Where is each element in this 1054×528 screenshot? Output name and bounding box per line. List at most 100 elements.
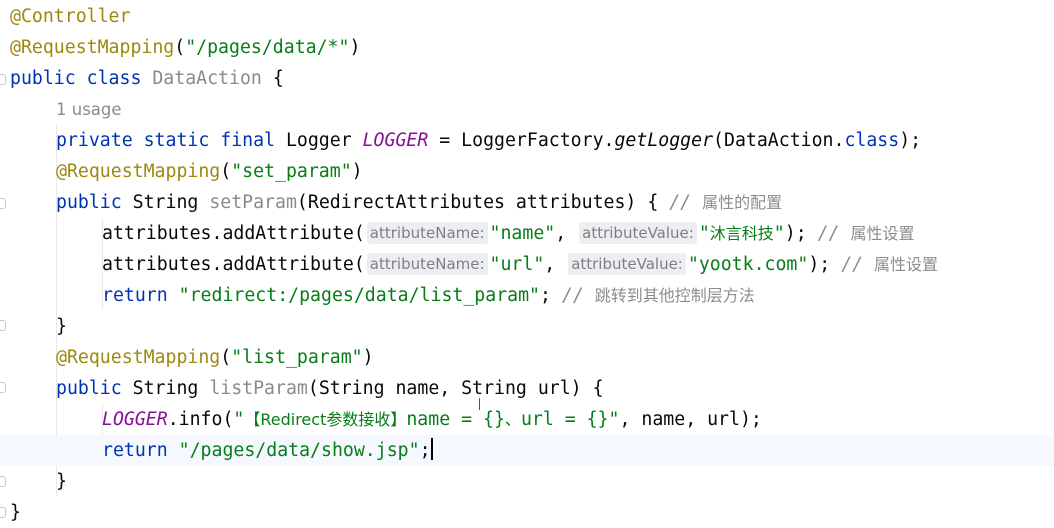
comment-text: 属性设置 <box>874 255 939 274</box>
end-token: ); <box>784 223 807 244</box>
keyword-token: return <box>102 285 168 306</box>
constant-token: LOGGER <box>102 409 168 430</box>
code-line[interactable]: LOGGER.info("【Redirect参数接收】name = {}、url… <box>102 404 762 435</box>
paren-token: ( <box>220 347 232 368</box>
string-token: "/pages/data/*" <box>185 37 350 58</box>
call-token: .info( <box>167 409 234 430</box>
annotation-token: @Controller <box>10 6 131 27</box>
string-text: 、 <box>504 410 521 429</box>
args-token: , name, url); <box>619 409 762 430</box>
code-line[interactable]: } <box>10 497 21 528</box>
code-line[interactable]: @RequestMapping("set_param") <box>56 156 363 187</box>
fold-marker-icon[interactable] <box>0 320 6 331</box>
paren-token: ) <box>362 347 374 368</box>
brace-token: { <box>272 68 284 89</box>
code-line[interactable]: public class DataAction { <box>10 63 284 94</box>
end-token: ; <box>540 285 551 306</box>
string-token: "list_param" <box>231 347 363 368</box>
comment-token: // <box>669 192 692 213</box>
params-token: (String name, String url) { <box>307 378 604 399</box>
string-token: "/pages/data/show.jsp" <box>178 440 420 461</box>
comment-token: // <box>841 254 864 275</box>
end-token: ); <box>808 254 831 275</box>
string-quote: " <box>698 223 710 244</box>
string-token: name = {} <box>406 409 505 430</box>
constant-token: LOGGER <box>362 130 429 151</box>
fold-marker-icon[interactable] <box>0 198 6 209</box>
string-token: "name" <box>489 223 556 244</box>
end-token: ); <box>899 130 922 151</box>
string-token: "set_param" <box>231 161 352 182</box>
type-token: String <box>132 378 199 399</box>
parameter-hint: attributeValue: <box>579 222 697 244</box>
keyword-token: public <box>10 68 76 89</box>
comment-token: // <box>817 223 840 244</box>
class-name-token: DataAction <box>152 68 262 89</box>
brace-token: } <box>56 471 67 492</box>
mouse-ibeam-cursor-icon <box>479 398 480 410</box>
string-quote: " <box>773 223 785 244</box>
code-line-current[interactable]: return "/pages/data/show.jsp"; <box>0 435 1054 466</box>
annotation-token: @RequestMapping <box>56 347 221 368</box>
separator-token: , <box>544 254 556 275</box>
comment-text: 属性的配置 <box>702 193 783 212</box>
code-line[interactable]: return "redirect:/pages/data/list_param"… <box>102 280 755 311</box>
code-line[interactable]: attributes.addAttribute(attributeName: "n… <box>102 218 914 249</box>
method-call-token: getLogger <box>614 130 714 151</box>
brace-token: } <box>10 502 21 523</box>
paren-token: ) <box>349 37 361 58</box>
code-line[interactable]: @RequestMapping("list_param") <box>56 342 374 373</box>
args-token: (DataAction. <box>713 130 845 151</box>
parameter-hint: attributeValue: <box>568 253 686 275</box>
paren-token: ) <box>351 161 363 182</box>
string-quote: " <box>608 409 620 430</box>
code-line[interactable]: private static final Logger LOGGER = Log… <box>56 125 921 156</box>
fold-marker-icon[interactable] <box>0 507 6 518</box>
comment-text: 属性设置 <box>850 224 915 243</box>
call-token: attributes.addAttribute( <box>102 254 365 275</box>
call-token: attributes.addAttribute( <box>102 223 365 244</box>
operator-token: = <box>439 130 451 151</box>
keyword-token: return <box>102 440 168 461</box>
comment-text: 跳转到其他控制层方法 <box>594 286 755 305</box>
keyword-token: public <box>56 192 122 213</box>
string-token: "redirect:/pages/data/list_param" <box>178 285 540 306</box>
brace-token: } <box>56 316 67 337</box>
class-ref-token: LoggerFactory. <box>461 130 615 151</box>
code-line[interactable]: @Controller <box>10 1 130 32</box>
string-token: url = {} <box>520 409 609 430</box>
fold-marker-icon[interactable] <box>0 74 6 85</box>
params-token: (RedirectAttributes attributes) { <box>296 192 659 213</box>
type-token: Logger <box>285 130 352 151</box>
keyword-token: private static final <box>56 130 275 151</box>
type-token: String <box>132 192 199 213</box>
keyword-token: public <box>56 378 122 399</box>
comment-token: // <box>561 285 584 306</box>
code-line[interactable]: @RequestMapping("/pages/data/*") <box>10 32 360 63</box>
string-quote: " <box>233 409 245 430</box>
code-line[interactable]: public String setParam(RedirectAttribute… <box>56 187 782 218</box>
annotation-token: @RequestMapping <box>10 37 175 58</box>
fold-marker-icon[interactable] <box>0 382 6 393</box>
keyword-token: class <box>86 68 142 89</box>
parameter-hint: attributeName: <box>366 253 488 275</box>
code-line[interactable]: public String listParam(String name, Str… <box>56 373 604 404</box>
paren-token: ( <box>220 161 232 182</box>
string-text: 沐言科技 <box>709 224 774 243</box>
code-line[interactable]: attributes.addAttribute(attributeName: "u… <box>102 249 938 280</box>
paren-token: ( <box>174 37 186 58</box>
string-token: "url" <box>489 254 545 275</box>
usage-hint[interactable]: 1 usage <box>56 100 122 119</box>
code-line[interactable]: } <box>56 466 67 497</box>
string-token: "yootk.com" <box>687 254 809 275</box>
parameter-hint: attributeName: <box>366 222 488 244</box>
fold-marker-icon[interactable] <box>0 476 6 487</box>
code-line[interactable]: } <box>56 311 67 342</box>
code-line: 1 usage <box>56 94 122 125</box>
keyword-token: class <box>844 130 900 151</box>
string-text: 【Redirect参数接收】 <box>244 410 407 429</box>
code-editor[interactable]: @Controller @RequestMapping("/pages/data… <box>0 0 1054 528</box>
separator-token: , <box>555 223 567 244</box>
end-token: ; <box>419 440 431 461</box>
text-caret <box>430 438 433 460</box>
